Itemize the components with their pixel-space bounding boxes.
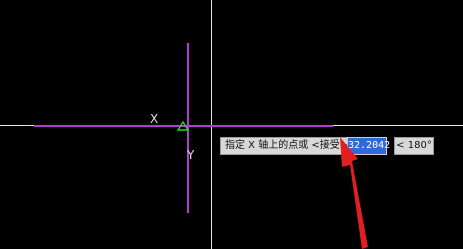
triangle-icon	[177, 121, 189, 131]
drawing-canvas[interactable]: X Y 指定 X 轴上的点或 <接受>: 32.2042 < 180°	[0, 0, 463, 249]
red-arrow-icon	[340, 137, 368, 249]
y-axis-label: Y	[187, 148, 195, 162]
angle-display: < 180°	[394, 137, 434, 155]
x-axis-label: X	[150, 112, 159, 126]
